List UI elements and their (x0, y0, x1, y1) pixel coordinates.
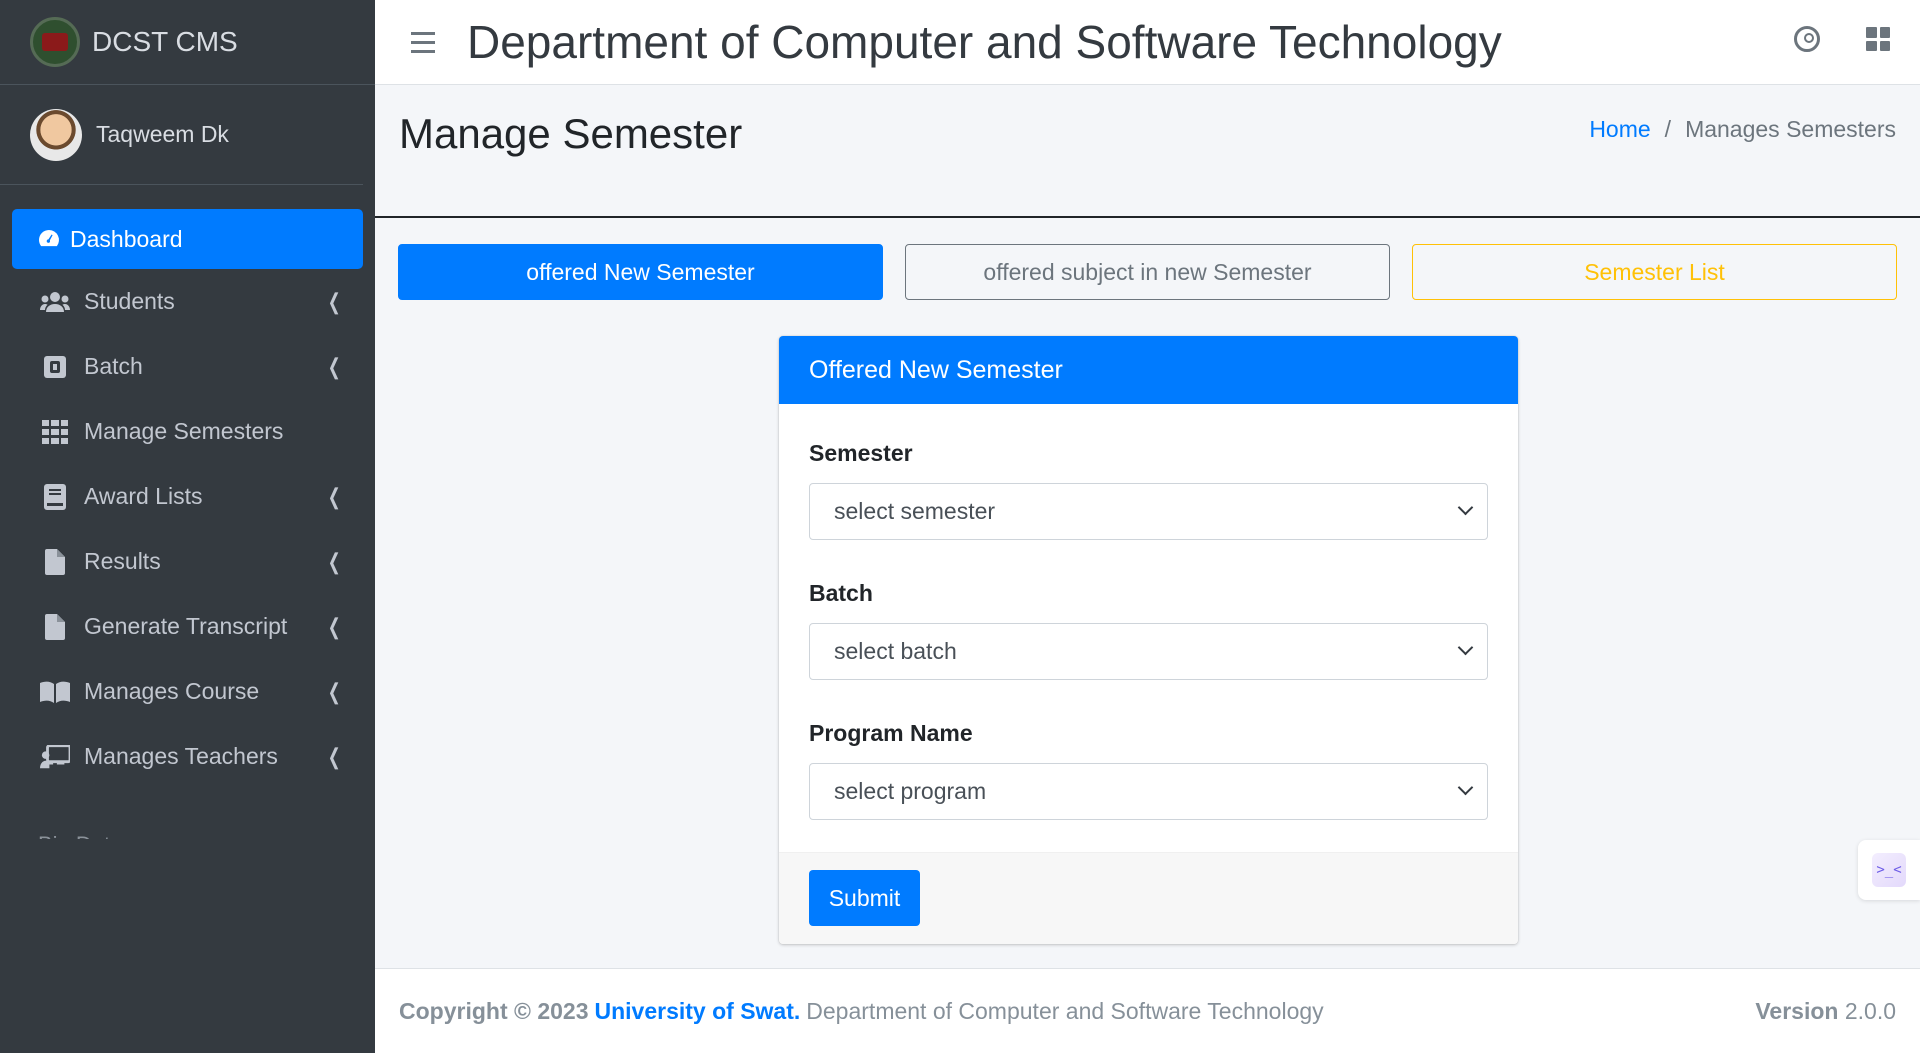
open-book-icon (40, 679, 70, 705)
sidebar-item-label: Dashboard (70, 225, 183, 252)
code-icon: >_< (1872, 853, 1906, 887)
batch-label: Batch (809, 580, 873, 606)
sidebar-item-batch[interactable]: Batch ❮ (12, 334, 363, 399)
navbar-right-icons (1794, 26, 1890, 52)
program-select[interactable]: select program (809, 763, 1488, 820)
footer-copyright: Copyright © 2023 (399, 997, 589, 1024)
grid-icon (40, 419, 70, 445)
sidebar-item-dashboard[interactable]: Dashboard (12, 209, 363, 269)
offered-subject-button[interactable]: offered subject in new Semester (905, 244, 1390, 300)
version-label: Version (1755, 997, 1839, 1024)
sidebar-item-label: Manage Semesters (84, 418, 284, 444)
avatar (30, 108, 82, 161)
sidebar-item-generate-transcript[interactable]: Generate Transcript ❮ (12, 594, 363, 659)
batch-select[interactable]: select batch (809, 623, 1488, 680)
page-title: Manage Semester (399, 110, 743, 157)
semester-select-value: select semester (834, 498, 996, 524)
sidebar-item-label: Manages Teachers (84, 743, 278, 769)
tachometer-icon (34, 226, 64, 252)
bold-square-icon (40, 354, 70, 380)
sidebar-item-manage-semesters[interactable]: Manage Semesters (12, 399, 363, 464)
card-body: Semester select semester Batch select ba… (779, 404, 1518, 820)
semester-form-group: Semester select semester (809, 440, 1488, 540)
users-icon (40, 289, 70, 315)
chevron-down-icon (1457, 779, 1474, 796)
th-large-icon[interactable] (1866, 27, 1890, 51)
version-value: 2.0.0 (1844, 997, 1896, 1024)
book-icon (40, 483, 70, 510)
offered-new-semester-button[interactable]: offered New Semester (398, 244, 883, 300)
sidebar-item-label: Generate Transcript (84, 613, 288, 639)
sidebar-item-manages-teachers[interactable]: Manages Teachers ❮ (12, 724, 363, 789)
chevron-left-icon: ❮ (327, 548, 341, 574)
chevron-left-icon: ❮ (327, 743, 341, 769)
user-panel[interactable]: Taqweem Dk (0, 85, 363, 185)
sidebar-item-label: Batch (84, 353, 143, 379)
offered-semester-card: Offered New Semester Semester select sem… (779, 336, 1518, 944)
sidebar-nav: Dashboard Students ❮ Batch ❮ Manage Seme… (0, 185, 375, 789)
sidebar: DCST CMS Taqweem Dk Dashboard Students ❮… (0, 0, 375, 1053)
batch-select-value: select batch (834, 638, 957, 664)
file-icon (40, 613, 70, 640)
card-footer: Submit (779, 852, 1518, 944)
semester-select[interactable]: select semester (809, 483, 1488, 540)
chevron-left-icon: ❮ (327, 613, 341, 639)
chevron-left-icon: ❮ (327, 353, 341, 379)
sidebar-item-partial[interactable]: Bio Data (0, 789, 375, 840)
page-header-title: Department of Computer and Software Tech… (467, 16, 1502, 68)
sidebar-item-students[interactable]: Students ❮ (12, 269, 363, 334)
top-navbar: Department of Computer and Software Tech… (375, 0, 1920, 85)
breadcrumb-home-link[interactable]: Home (1589, 116, 1650, 143)
sidebar-item-label: Award Lists (84, 483, 203, 509)
content-header: Manage Semester Home / Manages Semesters (375, 86, 1920, 218)
semester-list-button[interactable]: Semester List (1412, 244, 1897, 300)
sidebar-item-label: Students (84, 288, 175, 314)
program-form-group: Program Name select program (809, 720, 1488, 820)
card-title: Offered New Semester (779, 336, 1518, 404)
floating-helper-widget[interactable]: >_< (1858, 840, 1920, 900)
chevron-left-icon: ❮ (327, 678, 341, 704)
chevron-left-icon: ❮ (327, 288, 341, 314)
program-label: Program Name (809, 720, 973, 746)
sidebar-item-award-lists[interactable]: Award Lists ❮ (12, 464, 363, 529)
sidebar-item-manages-course[interactable]: Manages Course ❮ (12, 659, 363, 724)
user-name[interactable]: Taqweem Dk (96, 121, 229, 148)
footer: Copyright © 2023 University of Swat. Dep… (375, 968, 1920, 1053)
brand-link[interactable]: DCST CMS (0, 0, 375, 85)
file-icon (40, 548, 70, 575)
chevron-down-icon (1457, 639, 1474, 656)
sidebar-item-label: Manages Course (84, 678, 260, 704)
chevron-down-icon (1457, 499, 1474, 516)
sidebar-item-results[interactable]: Results ❮ (12, 529, 363, 594)
action-tabs: offered New Semester offered subject in … (398, 244, 1897, 300)
breadcrumb-separator: / (1664, 116, 1672, 142)
user-circle-icon[interactable] (1794, 26, 1820, 52)
footer-university-link[interactable]: University of Swat. (595, 998, 801, 1025)
footer-department: Department of Computer and Software Tech… (806, 997, 1324, 1024)
footer-version: Version 2.0.0 (1755, 998, 1896, 1025)
hamburger-icon[interactable] (411, 31, 435, 53)
chevron-left-icon: ❮ (327, 483, 341, 509)
program-select-value: select program (834, 778, 987, 804)
breadcrumb: Home / Manages Semesters (1589, 116, 1896, 143)
semester-label: Semester (809, 440, 913, 466)
sidebar-item-label: Results (84, 548, 161, 574)
chalkboard-teacher-icon (40, 744, 70, 770)
batch-form-group: Batch select batch (809, 580, 1488, 680)
submit-button[interactable]: Submit (809, 870, 920, 926)
brand-name: DCST CMS (92, 26, 238, 57)
university-seal-icon (30, 17, 80, 67)
breadcrumb-current: Manages Semesters (1685, 116, 1896, 142)
